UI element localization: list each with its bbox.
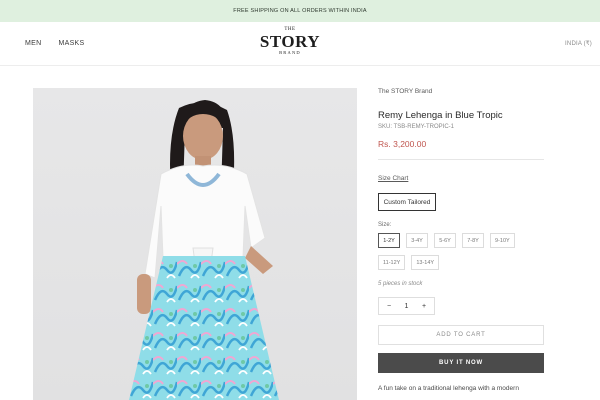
buy-now-button[interactable]: BUY IT NOW	[378, 353, 544, 373]
logo-main-text: STORY	[259, 32, 321, 51]
quantity-decrease-button[interactable]: −	[385, 303, 393, 310]
brand-logo[interactable]: THE STORY BRAND	[250, 27, 330, 61]
quantity-stepper: − 1 +	[378, 297, 435, 315]
size-option-5-6y[interactable]: 5-6Y	[434, 233, 456, 248]
product-description: A fun take on a traditional lehenga with…	[378, 385, 519, 392]
announcement-text: FREE SHIPPING ON ALL ORDERS WITHIN INDIA	[233, 8, 367, 14]
size-label: Size:	[378, 222, 392, 228]
quantity-increase-button[interactable]: +	[420, 303, 428, 310]
announcement-bar: FREE SHIPPING ON ALL ORDERS WITHIN INDIA	[0, 0, 600, 22]
locale-selector[interactable]: INDIA (₹)	[565, 40, 592, 47]
product-vendor[interactable]: The STORY Brand	[378, 88, 544, 95]
size-option-7-8y[interactable]: 7-8Y	[462, 233, 484, 248]
product-photo-illustration	[129, 100, 279, 400]
size-chart-link[interactable]: Size Chart	[378, 175, 408, 182]
size-option-13-14y[interactable]: 13-14Y	[411, 255, 440, 270]
nav-item-masks[interactable]: MASKS	[58, 40, 84, 47]
product-title: Remy Lehenga in Blue Tropic	[378, 110, 503, 121]
size-option-3-4y[interactable]: 3-4Y	[406, 233, 428, 248]
divider	[378, 159, 544, 160]
size-option-11-12y[interactable]: 11-12Y	[378, 255, 406, 270]
nav-item-men[interactable]: MEN	[25, 40, 41, 47]
product-image[interactable]	[33, 88, 357, 400]
product-info: The STORY Brand Remy Lehenga in Blue Tro…	[378, 88, 544, 392]
site-header: MEN MASKS THE STORY BRAND INDIA (₹)	[0, 22, 600, 66]
size-option-9-10y[interactable]: 9-10Y	[490, 233, 515, 248]
add-to-cart-button[interactable]: ADD TO CART	[378, 325, 544, 345]
product-sku: SKU: TSB-REMY-TROPIC-1	[378, 124, 455, 130]
main-nav: MEN MASKS	[25, 40, 84, 47]
size-option-1-2y[interactable]: 1-2Y	[378, 233, 400, 248]
quantity-value[interactable]: 1	[405, 303, 409, 310]
product-price: Rs. 3,200.00	[378, 139, 427, 149]
stock-status: 5 pieces in stock	[378, 281, 423, 287]
custom-tailored-option[interactable]: Custom Tailored	[378, 193, 436, 211]
size-options: 1-2Y 3-4Y 5-6Y 7-8Y 9-10Y 11-12Y 13-14Y	[378, 233, 544, 270]
